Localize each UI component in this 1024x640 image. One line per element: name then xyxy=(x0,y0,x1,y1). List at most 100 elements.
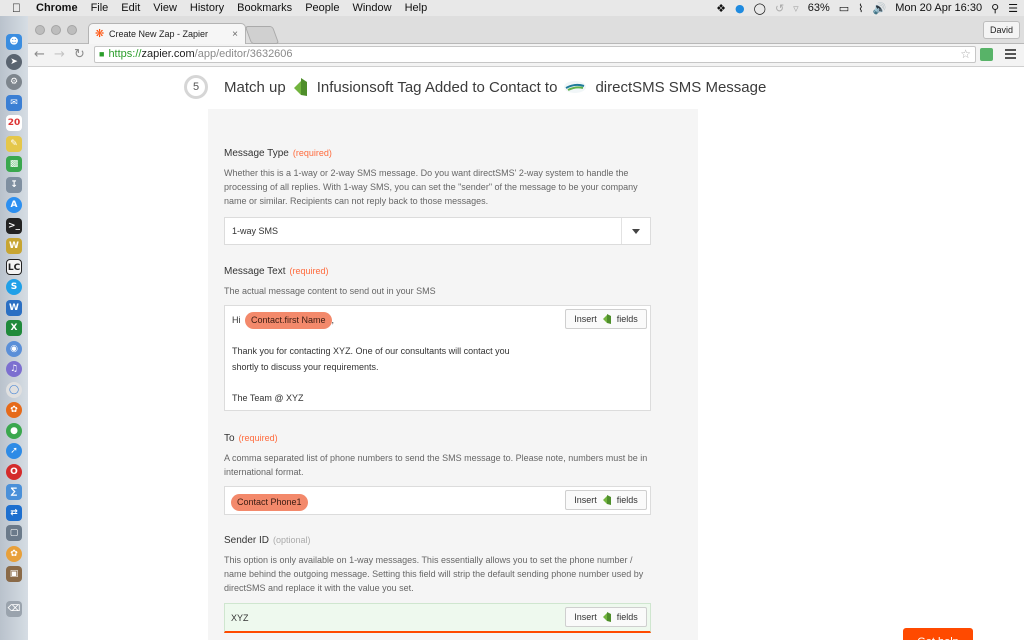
fields-label: fields xyxy=(616,314,638,324)
skype-dock-icon[interactable]: S xyxy=(6,279,22,295)
contact-phone-pill[interactable]: Contact Phone1 xyxy=(231,494,308,511)
battery-percent[interactable]: 63% xyxy=(808,2,830,14)
calculator-icon[interactable]: ∑ xyxy=(6,484,22,500)
wordpress-icon[interactable]: W xyxy=(6,238,22,254)
launchpad-icon[interactable]: ➤ xyxy=(6,54,22,70)
message-text-input[interactable]: Hi Contact.first Name, Thank you for con… xyxy=(224,305,651,411)
chevron-down-icon[interactable] xyxy=(632,229,640,234)
chrome-menu-icon[interactable] xyxy=(1005,49,1016,61)
optional-tag: (optional) xyxy=(273,535,311,545)
menu-help[interactable]: Help xyxy=(405,2,428,14)
preview-icon[interactable]: ▣ xyxy=(6,566,22,582)
itunes-icon[interactable]: ♫ xyxy=(6,361,22,377)
livecode-icon[interactable]: LC xyxy=(6,259,22,275)
insert-fields-button[interactable]: Insert fields xyxy=(565,607,647,627)
insert-fields-button[interactable]: Insert fields xyxy=(565,490,647,510)
infusionsoft-small-icon xyxy=(602,314,611,324)
menu-view[interactable]: View xyxy=(153,2,177,14)
browser-window: ❋ Create New Zap - Zapier × David ← → ↻ … xyxy=(28,16,1024,640)
trigger-app-name: Infusionsoft Tag Added to Contact to xyxy=(316,78,558,96)
wifi-icon[interactable]: ⌇ xyxy=(858,2,863,15)
safari-dock-icon[interactable]: ➚ xyxy=(6,443,22,459)
virtualbox-icon[interactable]: ▢ xyxy=(6,525,22,541)
finder-icon[interactable]: ☻ xyxy=(6,34,22,50)
dropbox-icon[interactable]: ❖ xyxy=(716,2,726,15)
battery-icon[interactable]: ▭ xyxy=(839,2,849,15)
apple-icon[interactable]:  xyxy=(12,1,26,15)
app-store-icon[interactable]: A xyxy=(6,197,22,213)
required-tag: (required) xyxy=(238,433,278,443)
address-bar[interactable]: ■ https:// zapier.com /app/editor/363260… xyxy=(94,46,976,63)
select-divider xyxy=(621,218,622,244)
menu-people[interactable]: People xyxy=(305,2,339,14)
skype-icon[interactable]: ● xyxy=(735,2,745,15)
safari-icon[interactable]: ◉ xyxy=(6,341,22,357)
system-preferences-icon[interactable]: ⚙ xyxy=(6,74,22,90)
firefox-icon[interactable]: ✿ xyxy=(6,402,22,418)
tab-create-new-zap[interactable]: ❋ Create New Zap - Zapier × xyxy=(88,23,246,44)
sender-id-input[interactable]: XYZ Insert fields xyxy=(224,603,651,633)
tab-close-icon[interactable]: × xyxy=(229,29,241,40)
new-tab-button[interactable] xyxy=(244,26,280,44)
chat-icon[interactable]: ◯ xyxy=(754,2,766,15)
tab-title: Create New Zap - Zapier xyxy=(109,29,209,39)
get-help-button[interactable]: Get help xyxy=(903,628,973,640)
insert-fields-button[interactable]: Insert fields xyxy=(565,309,647,329)
step-number-badge: 5 xyxy=(184,75,208,99)
menubar-status-area: ❖ ● ◯ ↺ ▿ 63% ▭ ⌇ 🔊 Mon 20 Apr 16:30 ⚲ ☰ xyxy=(707,0,1018,16)
contact-first-name-pill[interactable]: Contact.first Name xyxy=(245,312,332,329)
forward-icon[interactable]: → xyxy=(54,46,65,64)
notification-center-icon[interactable]: ☰ xyxy=(1008,2,1018,15)
zoom-window-button[interactable] xyxy=(67,25,77,35)
message-text-field: Message Text (required) The actual messag… xyxy=(224,266,651,298)
browser-toolbar: ← → ↻ ■ https:// zapier.com /app/editor/… xyxy=(28,44,1024,67)
notes-icon[interactable]: ✎ xyxy=(6,136,22,152)
bluetooth-icon[interactable]: ▿ xyxy=(793,2,799,15)
menu-file[interactable]: File xyxy=(91,2,109,14)
menu-window[interactable]: Window xyxy=(352,2,391,14)
mail-icon[interactable]: ✉ xyxy=(6,95,22,111)
trash-icon[interactable]: ⌫ xyxy=(6,601,22,617)
excel-icon[interactable]: X xyxy=(6,320,22,336)
back-icon[interactable]: ← xyxy=(34,46,45,64)
to-input[interactable]: Contact Phone1 Insert fields xyxy=(224,486,651,515)
menu-bookmarks[interactable]: Bookmarks xyxy=(237,2,292,14)
chrome-icon[interactable]: ◯ xyxy=(6,382,22,398)
time-machine-icon[interactable]: ↺ xyxy=(775,2,784,15)
photos-icon[interactable]: ✿ xyxy=(6,546,22,562)
download-icon[interactable]: ↧ xyxy=(6,177,22,193)
bookmark-star-icon[interactable]: ☆ xyxy=(960,47,971,62)
chrome-dock-icon[interactable]: ● xyxy=(6,423,22,439)
step-header: 5 Match up Infusionsoft Tag Added to Con… xyxy=(184,71,772,103)
spotlight-icon[interactable]: ⚲ xyxy=(991,2,999,15)
menu-chrome[interactable]: Chrome xyxy=(36,2,78,14)
message-type-description: Whether this is a 1-way or 2-way SMS mes… xyxy=(224,168,638,206)
reload-icon[interactable]: ↻ xyxy=(74,46,85,64)
step-title-prefix: Match up xyxy=(224,78,286,96)
menu-edit[interactable]: Edit xyxy=(121,2,140,14)
action-app-name: directSMS SMS Message xyxy=(595,78,767,96)
menubar-clock[interactable]: Mon 20 Apr 16:30 xyxy=(895,2,982,14)
message-text-label: Message Text xyxy=(224,266,286,277)
terminal-icon[interactable]: >_ xyxy=(6,218,22,234)
close-window-button[interactable] xyxy=(35,25,45,35)
teamviewer-icon[interactable]: ⇄ xyxy=(6,505,22,521)
message-line-greeting: Hi Contact.first Name, xyxy=(232,312,334,329)
extension-icon[interactable] xyxy=(980,48,993,61)
numbers-icon[interactable]: ▩ xyxy=(6,156,22,172)
directsms-logo-icon xyxy=(564,81,587,93)
message-type-select[interactable]: 1-way SMS xyxy=(224,217,651,245)
infusionsoft-small-icon xyxy=(602,495,611,505)
message-comma: , xyxy=(331,315,335,325)
url-scheme: https:// xyxy=(108,48,142,60)
word-icon[interactable]: W xyxy=(6,300,22,316)
opera-icon[interactable]: O xyxy=(6,464,22,480)
sender-id-label-row: Sender ID (optional) xyxy=(224,535,651,546)
calendar-icon[interactable]: 20 xyxy=(6,115,22,131)
required-tag: (required) xyxy=(289,266,329,276)
profile-button[interactable]: David xyxy=(982,21,1020,39)
minimize-window-button[interactable] xyxy=(51,25,61,35)
menu-history[interactable]: History xyxy=(190,2,224,14)
volume-icon[interactable]: 🔊 xyxy=(873,2,887,15)
infusionsoft-logo-icon xyxy=(293,78,307,96)
